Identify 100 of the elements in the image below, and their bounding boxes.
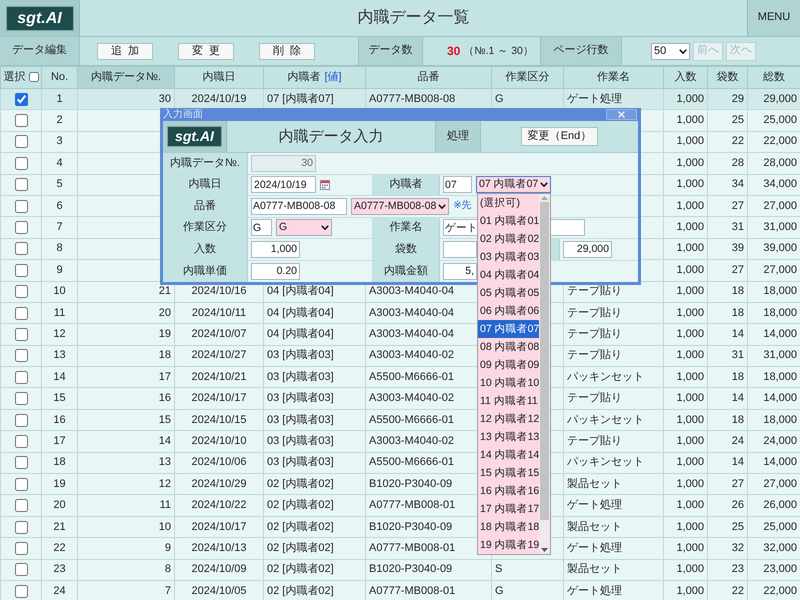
table-cell: 4 (42, 152, 78, 174)
table-cell: 13 (78, 452, 174, 474)
table-cell: 28 (708, 152, 748, 174)
table-cell: 29 (708, 88, 748, 110)
table-cell: 02 [内職者02] (264, 538, 366, 560)
record-range: （№.1 ～ 30） (463, 44, 534, 58)
table-cell: 1,000 (664, 302, 708, 324)
toolbar-label: ページ行数 (540, 37, 622, 65)
table-cell: 1,000 (664, 238, 708, 260)
table-cell: テープ貼り (564, 302, 664, 324)
table-cell: テープ貼り (564, 324, 664, 346)
table-cell: 17 (42, 430, 78, 452)
table-cell: 34 (708, 174, 748, 196)
table-cell: 2024/10/06 (174, 452, 264, 474)
table-cell: テープ貼り (564, 388, 664, 410)
field-label: 内職日 (163, 174, 248, 195)
toolbar-label: データ数 (358, 37, 423, 65)
hint-text: ※先 (453, 200, 472, 212)
field-label: 内職単価 (163, 260, 248, 282)
table-cell: パッキンセット (564, 409, 664, 431)
table-cell: パッキンセット (564, 452, 664, 474)
header-label: 選択 (4, 70, 26, 83)
table-cell: 20 (78, 302, 174, 324)
table-cell: ゲート処理 (564, 538, 664, 560)
table-cell: 1,000 (664, 260, 708, 282)
toolbar-label: データ編集 (0, 37, 80, 65)
field-label: 品番 (163, 196, 248, 216)
table-cell: 12 (78, 474, 174, 495)
table-cell: 2024/10/17 (174, 388, 264, 410)
table-cell: 18 (78, 345, 174, 367)
table-cell: 2024/10/19 (174, 88, 264, 110)
table-cell: S (492, 559, 564, 580)
table-cell: 02 [内職者02] (264, 474, 366, 495)
table-cell: 30 (78, 88, 174, 110)
table-cell: 1,000 (664, 452, 708, 474)
table-cell: 07 [内職者07] (264, 88, 366, 110)
table-cell: 18 (708, 366, 748, 388)
table-cell: 製品セット (564, 474, 664, 495)
table-cell: 24 (708, 430, 748, 452)
table-cell: 21 (42, 516, 78, 538)
table-cell: テープ貼り (564, 430, 664, 452)
table-cell: 2024/10/21 (174, 366, 264, 388)
table-cell: 11 (78, 494, 174, 516)
table-cell: 23 (42, 559, 78, 580)
table-cell: 2 (42, 110, 78, 132)
table-cell: 26 (708, 494, 748, 516)
table-cell: 1,000 (664, 345, 708, 367)
table-cell: 2024/10/11 (174, 302, 264, 324)
table-cell: 1,000 (664, 388, 708, 410)
table-cell: 31 (708, 216, 748, 238)
table-cell: 9 (78, 538, 174, 560)
logo: sgt.AI (167, 126, 222, 147)
field-label: 袋数 (373, 239, 440, 260)
process-label: 処理 (435, 121, 481, 152)
table-cell: 2024/10/22 (174, 494, 264, 516)
table-cell: 1,000 (664, 131, 708, 153)
table-cell: 19 (42, 474, 78, 495)
table-cell: 29,000 (748, 88, 800, 110)
table-cell: 17 (78, 366, 174, 388)
table-cell: 2024/10/27 (174, 345, 264, 367)
table-cell: 03 [内職者03] (264, 409, 366, 431)
table-cell: 8 (42, 238, 78, 260)
table-cell: 1,000 (664, 409, 708, 431)
table-cell: 1 (42, 88, 78, 110)
table-cell: 15 (42, 388, 78, 410)
table-cell: A0777-MB008-08 (366, 88, 492, 110)
dialog-heading: 内職データ入力 (278, 128, 384, 146)
table-cell: 5 (42, 174, 78, 196)
table-cell: 15 (78, 409, 174, 431)
table-cell: 1,000 (664, 195, 708, 217)
table-cell: テープ貼り (564, 345, 664, 367)
logo: sgt.AI (6, 6, 74, 30)
header-label: 内職者 (287, 70, 320, 83)
table-cell: 2024/10/07 (174, 324, 264, 346)
table-cell: 6 (42, 195, 78, 217)
table-cell: 1,000 (664, 430, 708, 452)
field-label: 作業名 (373, 218, 440, 238)
table-cell: 18 (708, 409, 748, 431)
table-cell: 1,000 (664, 174, 708, 196)
table-cell: 18 (708, 281, 748, 302)
table-cell: 7 (42, 216, 78, 238)
table-cell: 18 (42, 452, 78, 474)
table-cell: 20 (42, 494, 78, 516)
table-cell: 14 (78, 430, 174, 452)
table-cell: 02 [内職者02] (264, 494, 366, 516)
table-cell: 14 (708, 324, 748, 346)
table-cell: 1,000 (664, 324, 708, 346)
table-cell: 2024/10/15 (174, 409, 264, 431)
table-cell: 04 [内職者04] (264, 302, 366, 324)
table-cell: 2024/10/17 (174, 516, 264, 538)
table-cell: 16 (42, 409, 78, 431)
table-cell: 製品セット (564, 559, 664, 580)
table-cell: 18 (708, 302, 748, 324)
table-cell: 製品セット (564, 516, 664, 538)
table-cell: 25 (708, 516, 748, 538)
field-label: 内職者 (373, 174, 440, 195)
table-cell: 1,000 (664, 474, 708, 495)
table-cell: ゲート処理 (564, 494, 664, 516)
table-cell: B1020-P3040-09 (366, 559, 492, 580)
table-cell: 03 [内職者03] (264, 430, 366, 452)
